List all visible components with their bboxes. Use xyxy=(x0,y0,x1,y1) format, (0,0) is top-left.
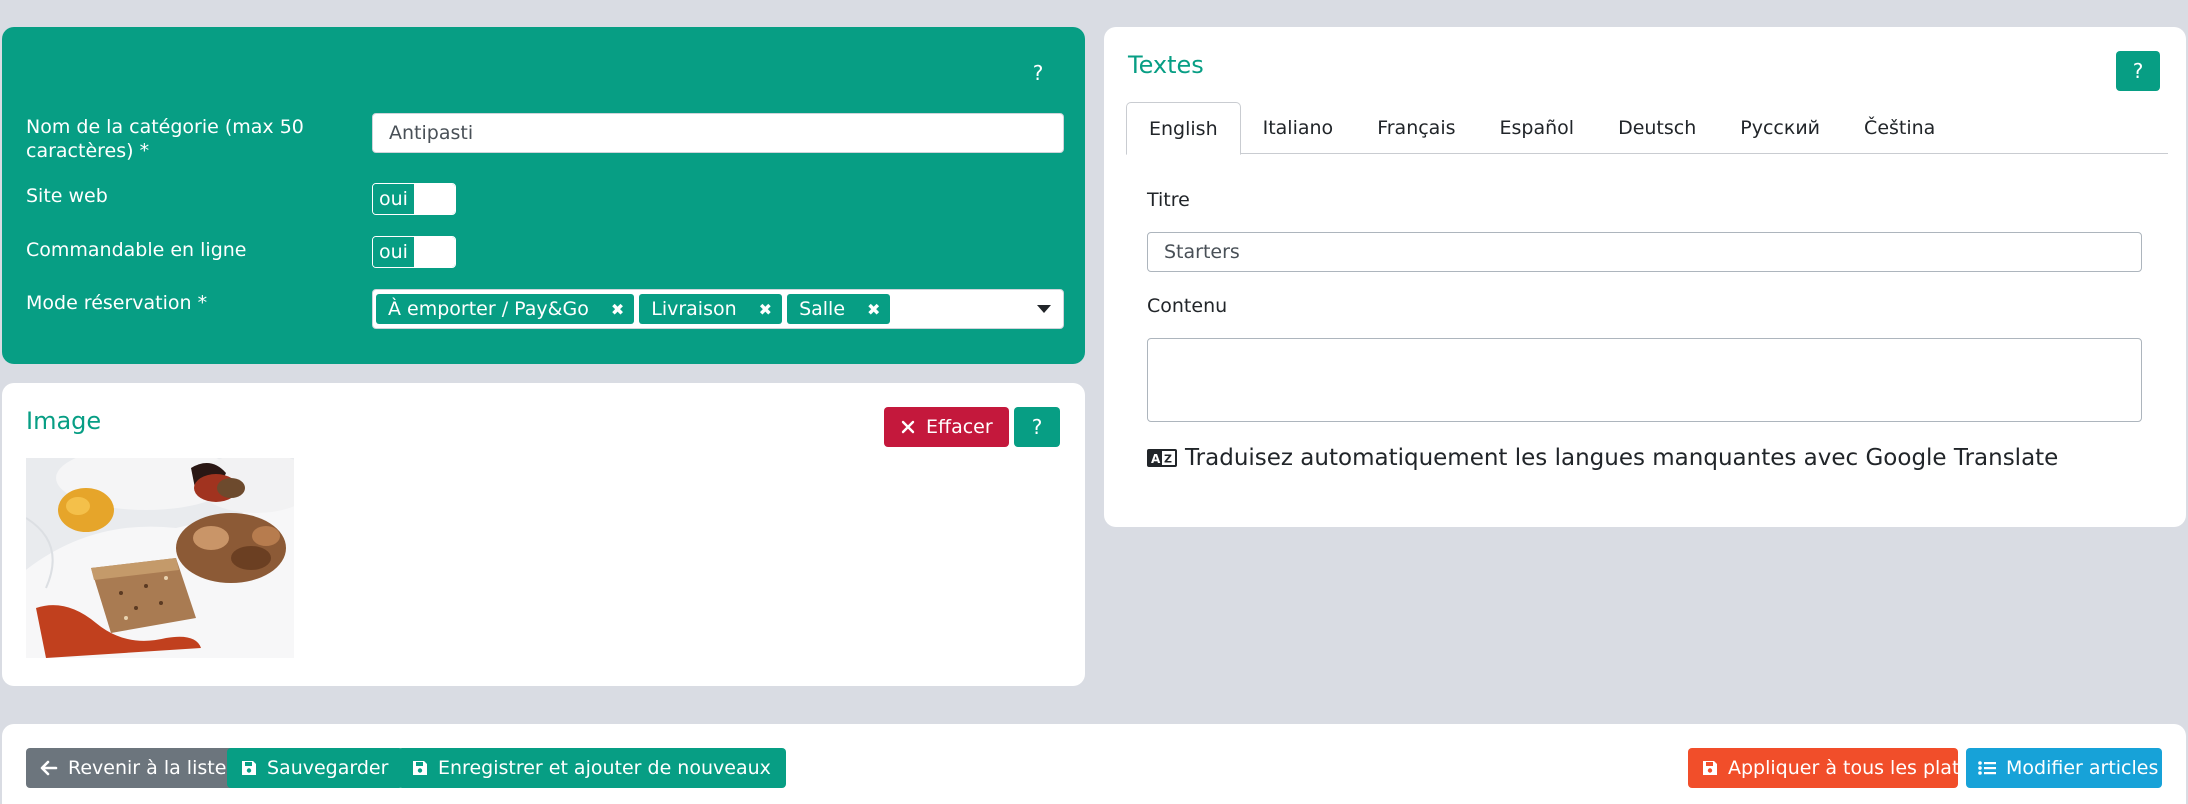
tab-cestina[interactable]: Čeština xyxy=(1842,102,1957,154)
title-input[interactable]: Starters xyxy=(1147,232,2142,272)
dropdown-caret-icon[interactable] xyxy=(1037,305,1051,313)
website-label: Site web xyxy=(26,185,108,207)
apply-to-all-dishes-button[interactable]: Appliquer à tous les plats xyxy=(1688,748,1969,788)
tab-espanol[interactable]: Español xyxy=(1478,102,1597,154)
booking-tag-takeaway: À emporter / Pay&Go ✖ xyxy=(376,294,635,324)
clear-image-button[interactable]: Effacer xyxy=(884,407,1009,447)
website-toggle-label: oui xyxy=(373,184,415,214)
booking-tag-dining-room: Salle ✖ xyxy=(787,294,891,324)
arrow-left-icon xyxy=(40,760,58,776)
image-card: Image Effacer ? xyxy=(2,383,1085,686)
tab-english[interactable]: English xyxy=(1126,102,1241,155)
language-tabs: English Italiano Français Español Deutsc… xyxy=(1126,102,2168,155)
close-icon xyxy=(900,419,916,435)
image-help-button[interactable]: ? xyxy=(1014,407,1060,447)
booking-mode-select[interactable]: À emporter / Pay&Go ✖ Livraison ✖ Salle … xyxy=(372,289,1064,329)
online-order-label: Commandable en ligne xyxy=(26,239,247,261)
content-textarea[interactable] xyxy=(1147,338,2142,422)
texts-card: Textes ? English Italiano Français Españ… xyxy=(1104,27,2186,527)
back-to-list-button[interactable]: Revenir à la liste xyxy=(26,748,244,788)
title-field-label: Titre xyxy=(1147,189,1190,211)
content-field-label: Contenu xyxy=(1147,295,1228,317)
remove-tag-icon[interactable]: ✖ xyxy=(611,300,624,319)
save-and-add-button[interactable]: Enregistrer et ajouter de nouveaux xyxy=(398,748,786,788)
tab-deutsch[interactable]: Deutsch xyxy=(1596,102,1718,154)
floppy-disk-icon xyxy=(241,760,257,776)
remove-tag-icon[interactable]: ✖ xyxy=(759,300,772,319)
online-order-toggle-label: oui xyxy=(373,237,415,267)
texts-help-button[interactable]: ? xyxy=(2116,51,2160,91)
footer-action-bar: Revenir à la liste Sauvegarder Enregistr… xyxy=(2,724,2186,804)
tab-russian[interactable]: Русский xyxy=(1718,102,1842,154)
texts-section-title: Textes xyxy=(1128,51,1204,79)
online-order-toggle-knob xyxy=(415,237,455,267)
food-photo-image xyxy=(26,458,294,658)
image-section-title: Image xyxy=(26,407,102,435)
svg-text:A: A xyxy=(1151,452,1161,466)
category-name-input[interactable]: Antipasti xyxy=(372,113,1064,153)
booking-tag-delivery: Livraison ✖ xyxy=(639,294,783,324)
online-order-toggle[interactable]: oui xyxy=(372,236,456,268)
website-toggle[interactable]: oui xyxy=(372,183,456,215)
booking-mode-label: Mode réservation * xyxy=(26,292,208,314)
category-name-label: Nom de la catégorie (max 50 caractères) … xyxy=(26,116,304,162)
category-form-card: ? Nom de la catégorie (max 50 caractères… xyxy=(2,27,1085,364)
form-help-button[interactable]: ? xyxy=(1022,57,1054,89)
svg-text:Z: Z xyxy=(1164,453,1172,466)
floppy-disk-icon xyxy=(1702,760,1718,776)
list-icon xyxy=(1978,760,1996,776)
remove-tag-icon[interactable]: ✖ xyxy=(867,300,880,319)
tab-francais[interactable]: Français xyxy=(1355,102,1477,154)
floppy-disk-icon xyxy=(412,760,428,776)
tab-italiano[interactable]: Italiano xyxy=(1241,102,1356,154)
auto-translate-link[interactable]: A Z Traduisez automatiquement les langue… xyxy=(1147,445,2058,471)
language-icon: A Z xyxy=(1147,447,1177,469)
save-button[interactable]: Sauvegarder xyxy=(227,748,404,788)
website-toggle-knob xyxy=(415,184,455,214)
edit-items-button[interactable]: Modifier articles xyxy=(1966,748,2162,788)
